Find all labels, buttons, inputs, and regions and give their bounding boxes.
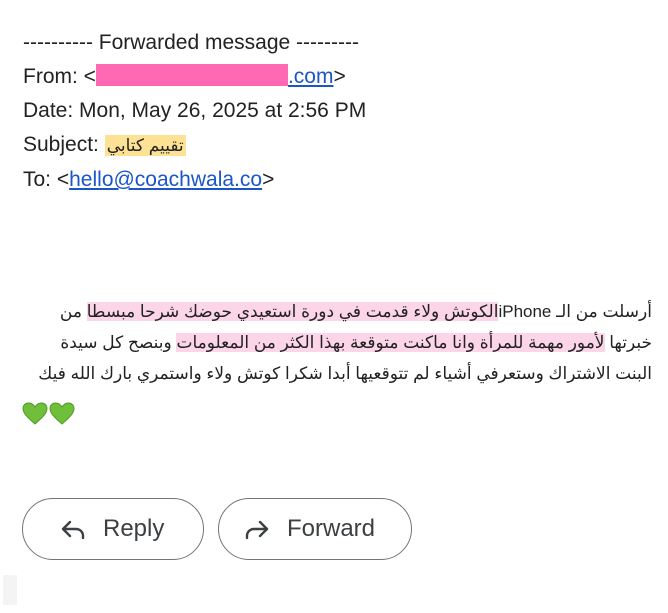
date-line: Date: Mon, May 26, 2025 at 2:56 PM [23, 99, 367, 122]
reply-arrow-icon [61, 520, 85, 540]
to-close: > [262, 168, 275, 191]
to-label: To: < [23, 168, 70, 191]
forward-label: Forward [287, 515, 376, 542]
from-line: From: < .com> [23, 60, 366, 94]
message-body: أرسلت من الـ iPhoneالكوتش ولاء قدمت في د… [20, 296, 652, 389]
from-close: > [333, 65, 346, 88]
body-highlight-2: لأمور مهمة للمرأة وانا ماكنت متوقعة بهذا… [176, 333, 605, 352]
from-email-link[interactable]: .com [288, 65, 334, 88]
forward-button[interactable]: Forward [218, 498, 412, 560]
green-heart-icon [22, 402, 48, 425]
forwarded-title: ---------- Forwarded message --------- [23, 31, 359, 54]
body-part-iphone: iPhone [498, 302, 552, 321]
green-heart-icon [49, 402, 75, 425]
reply-label: Reply [103, 515, 165, 542]
subject-label: Subject: [23, 133, 105, 156]
body-part-sent-from: أرسلت من الـ [551, 302, 652, 321]
body-highlight-1: الكوتش ولاء قدمت في دورة استعيدي حوضك شر… [86, 302, 499, 321]
hearts-row [22, 402, 75, 426]
subject-value: تقييم كتابي [104, 135, 186, 156]
forward-arrow-icon [245, 520, 269, 540]
from-label: From: < [23, 65, 96, 88]
reply-button[interactable]: Reply [22, 498, 204, 560]
edge-artifact [3, 575, 17, 605]
subject-line: Subject: تقييم كتابي [23, 128, 366, 163]
forwarded-header: ---------- Forwarded message --------- F… [23, 26, 366, 197]
to-email-link[interactable]: hello@coachwala.co [69, 168, 262, 191]
redacted-sender [95, 64, 288, 86]
to-line: To: <hello@coachwala.co> [23, 163, 366, 197]
